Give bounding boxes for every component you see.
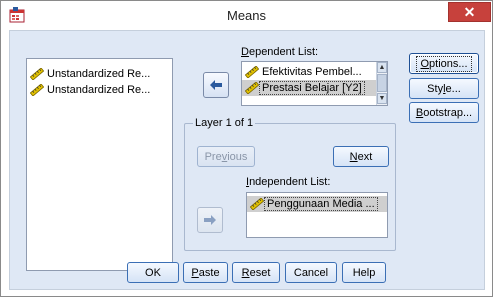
source-variable-list[interactable]: Unstandardized Re... Unstandardized Re..…	[26, 58, 173, 271]
arrow-right-icon	[204, 215, 216, 225]
paste-button[interactable]: Paste	[183, 262, 228, 283]
layer-title: Layer 1 of 1	[193, 117, 256, 129]
style-button[interactable]: Sty l e...	[409, 78, 479, 99]
dependent-list-scrollbar[interactable]: ▲ ▼	[376, 62, 387, 105]
dependent-list-label: Dependent List:	[241, 46, 319, 58]
move-to-dependent-button[interactable]	[203, 72, 229, 98]
independent-list[interactable]: Penggunaan Media ...	[246, 192, 388, 238]
variable-label: Unstandardized Re...	[47, 84, 151, 96]
means-dialog-window: Means ✕ Unstandardized Re... Unstandardi…	[0, 0, 493, 297]
arrow-left-icon	[210, 80, 222, 90]
dialog-body: Unstandardized Re... Unstandardized Re..…	[9, 30, 485, 290]
previous-button[interactable]: Pre v ious	[197, 146, 255, 167]
variable-label: Efektivitas Pembel...	[262, 66, 362, 78]
title-bar[interactable]: Means ✕	[1, 1, 492, 29]
cancel-button[interactable]: Cancel	[285, 262, 337, 283]
reset-button[interactable]: Reset	[232, 262, 280, 283]
independent-list-label: Independent List:	[246, 176, 331, 188]
bootstrap-button[interactable]: Bootstrap...	[409, 102, 479, 123]
ok-button[interactable]: OK	[127, 262, 179, 283]
next-button[interactable]: Next	[333, 146, 389, 167]
window-title: Means	[226, 8, 267, 23]
scroll-thumb[interactable]	[377, 74, 387, 92]
scale-variable-icon	[245, 82, 259, 94]
list-item[interactable]: Efektivitas Pembel...	[242, 64, 376, 80]
dependent-list[interactable]: Efektivitas Pembel... Prestasi Belajar […	[241, 61, 388, 106]
scale-variable-icon	[30, 68, 44, 80]
scale-variable-icon	[30, 84, 44, 96]
scroll-up-button[interactable]: ▲	[377, 62, 387, 73]
list-item[interactable]: Unstandardized Re...	[27, 82, 172, 98]
variable-label: Prestasi Belajar [Y2]	[259, 81, 365, 95]
list-item[interactable]: Prestasi Belajar [Y2]	[242, 80, 376, 96]
list-item[interactable]: Unstandardized Re...	[27, 66, 172, 82]
list-item[interactable]: Penggunaan Media ...	[247, 196, 387, 212]
scale-variable-icon	[250, 198, 264, 210]
close-icon: ✕	[463, 3, 476, 20]
scroll-down-button[interactable]: ▼	[377, 93, 387, 104]
help-button[interactable]: Help	[342, 262, 386, 283]
variable-label: Penggunaan Media ...	[264, 197, 378, 211]
variable-label: Unstandardized Re...	[47, 68, 151, 80]
layer-groupbox: Layer 1 of 1 Pre v ious Next Independent L…	[184, 117, 396, 251]
move-to-independent-button[interactable]	[197, 207, 223, 233]
options-button[interactable]: Options...	[409, 53, 479, 74]
close-button[interactable]: ✕	[448, 2, 491, 22]
scale-variable-icon	[245, 66, 259, 78]
